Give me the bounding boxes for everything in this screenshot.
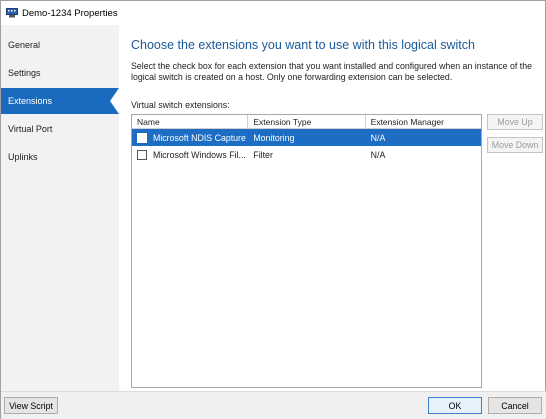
view-script-button[interactable]: View Script: [4, 397, 58, 414]
extension-manager-cell: N/A: [370, 132, 386, 143]
sidebar-item-extensions[interactable]: Extensions: [1, 88, 119, 114]
extensions-list-label: Virtual switch extensions:: [131, 100, 230, 110]
table-row[interactable]: Microsoft Windows Fil... Filter N/A: [132, 146, 481, 163]
enable-extension-checkbox[interactable]: [137, 149, 147, 160]
column-header-extension-type[interactable]: Extension Type: [248, 115, 366, 129]
column-header-extension-manager[interactable]: Extension Manager: [366, 115, 481, 129]
extensions-table[interactable]: Name Extension Type Extension Manager Mi…: [131, 114, 482, 388]
virtual-switch-icon: [6, 8, 18, 18]
window-title: Demo-1234 Properties: [22, 7, 118, 19]
table-header: Name Extension Type Extension Manager: [132, 115, 481, 129]
sidebar-item-virtual-port[interactable]: Virtual Port: [1, 116, 119, 142]
sidebar-item-settings[interactable]: Settings: [1, 60, 119, 86]
selection-pointer-icon: [110, 88, 119, 114]
move-up-button[interactable]: Move Up: [487, 114, 543, 130]
enable-extension-checkbox[interactable]: [137, 132, 147, 143]
sidebar-nav: General Settings Extensions Virtual Port…: [1, 25, 119, 391]
extension-type-cell: Filter: [253, 149, 273, 160]
extension-manager-cell: N/A: [370, 149, 386, 160]
page-description: Select the check box for each extension …: [131, 61, 533, 82]
cancel-button[interactable]: Cancel: [488, 397, 542, 414]
column-header-name[interactable]: Name: [132, 115, 249, 129]
move-down-button[interactable]: Move Down: [487, 137, 543, 153]
properties-dialog: Demo-1234 Properties General Settings Ex…: [0, 0, 546, 419]
extension-type-cell: Monitoring: [253, 132, 295, 143]
extension-name: Microsoft NDIS Capture: [153, 132, 246, 143]
name-cell: Microsoft NDIS Capture: [132, 129, 248, 146]
sidebar-item-label: General: [8, 40, 41, 50]
title-bar: Demo-1234 Properties: [1, 1, 545, 25]
sidebar-item-label: Uplinks: [8, 152, 38, 162]
sidebar-item-label: Virtual Port: [8, 124, 53, 134]
ok-button[interactable]: OK: [428, 397, 482, 414]
table-row[interactable]: Microsoft NDIS Capture Monitoring N/A: [132, 129, 481, 146]
sidebar-item-label: Settings: [8, 68, 41, 78]
sidebar-item-label: Extensions: [8, 96, 53, 106]
sidebar-item-general[interactable]: General: [1, 32, 119, 58]
sidebar-item-uplinks[interactable]: Uplinks: [1, 144, 119, 170]
name-cell: Microsoft Windows Fil...: [132, 146, 248, 163]
extension-name: Microsoft Windows Fil...: [153, 149, 246, 160]
dialog-footer: View Script OK Cancel: [1, 391, 546, 419]
main-panel: Choose the extensions you want to use wi…: [119, 25, 545, 391]
page-title: Choose the extensions you want to use wi…: [131, 38, 475, 52]
